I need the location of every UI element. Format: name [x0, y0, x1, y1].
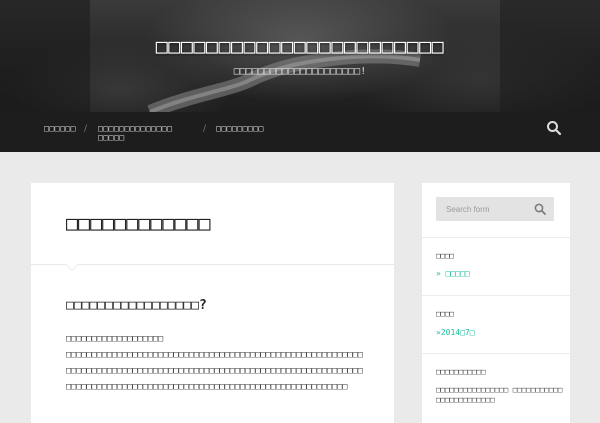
nav-item-3[interactable]: □□□□□□□□□: [216, 124, 264, 133]
nav-separator: /: [84, 124, 88, 134]
search-icon[interactable]: [546, 120, 562, 136]
site-description: □□□□□□□□□□□□□□□□□□□□□!: [233, 66, 367, 77]
sidebar-search-box: [436, 197, 554, 221]
site-title[interactable]: □□□□□□□□□□□□□□□□□□□□□□□: [0, 34, 600, 58]
widget-divider: [422, 353, 570, 354]
widget-title: □□□□: [436, 251, 455, 260]
sidebar: □□□□ » □□□□□ □□□□ »2014□7□ □□□□□□□□□□□ □…: [422, 183, 570, 423]
nav-item-2[interactable]: □□□□□□□□□□□□□□ □□□□□: [98, 124, 190, 142]
nav-item-1[interactable]: □□□□□□: [44, 124, 76, 133]
widget-link-archive[interactable]: »2014□7□: [436, 328, 475, 337]
divider: [31, 264, 394, 265]
widget-divider: [422, 295, 570, 296]
widget-link[interactable]: » □□□□□: [436, 269, 470, 278]
post-paragraph: □□□□□□□□□□□□□□□□□□□□□□□□□□□□□□□□□□□□□□□□…: [66, 350, 363, 392]
site-header: □□□□□□□□□□□□□□□□□□□□□□□ □□□□□□□□□□□□□□□□…: [0, 0, 600, 112]
sidebar-search-input[interactable]: [436, 197, 526, 221]
widget-text: □□□□□□□□□□□□□□□□ □□□□□□□□□□□□□□□□□□□□□□□…: [436, 385, 563, 404]
widget-divider: [422, 237, 570, 238]
divider-notch-inner: [66, 264, 78, 270]
main-content-card: □□□□□□□□□□□□ □□□□□□□□□□□□□□□□□? □□□□□□□□…: [31, 183, 394, 423]
page-title: □□□□□□□□□□□□: [66, 211, 211, 235]
post-heading: □□□□□□□□□□□□□□□□□?: [66, 298, 207, 313]
main-nav: □□□□□□ / □□□□□□□□□□□□□□ □□□□□ / □□□□□□□□…: [0, 112, 600, 152]
widget-title: □□□□□□□□□□□: [436, 367, 486, 376]
post-first-line: □□□□□□□□□□□□□□□□□□□: [66, 334, 164, 344]
widget-title: □□□□: [436, 309, 455, 318]
search-icon[interactable]: [534, 203, 546, 215]
nav-separator: /: [203, 124, 207, 134]
post-body: □□□□□□□□□□□□□□□□□□□ □□□□□□□□□□□□□□□□□□□□…: [66, 331, 366, 395]
